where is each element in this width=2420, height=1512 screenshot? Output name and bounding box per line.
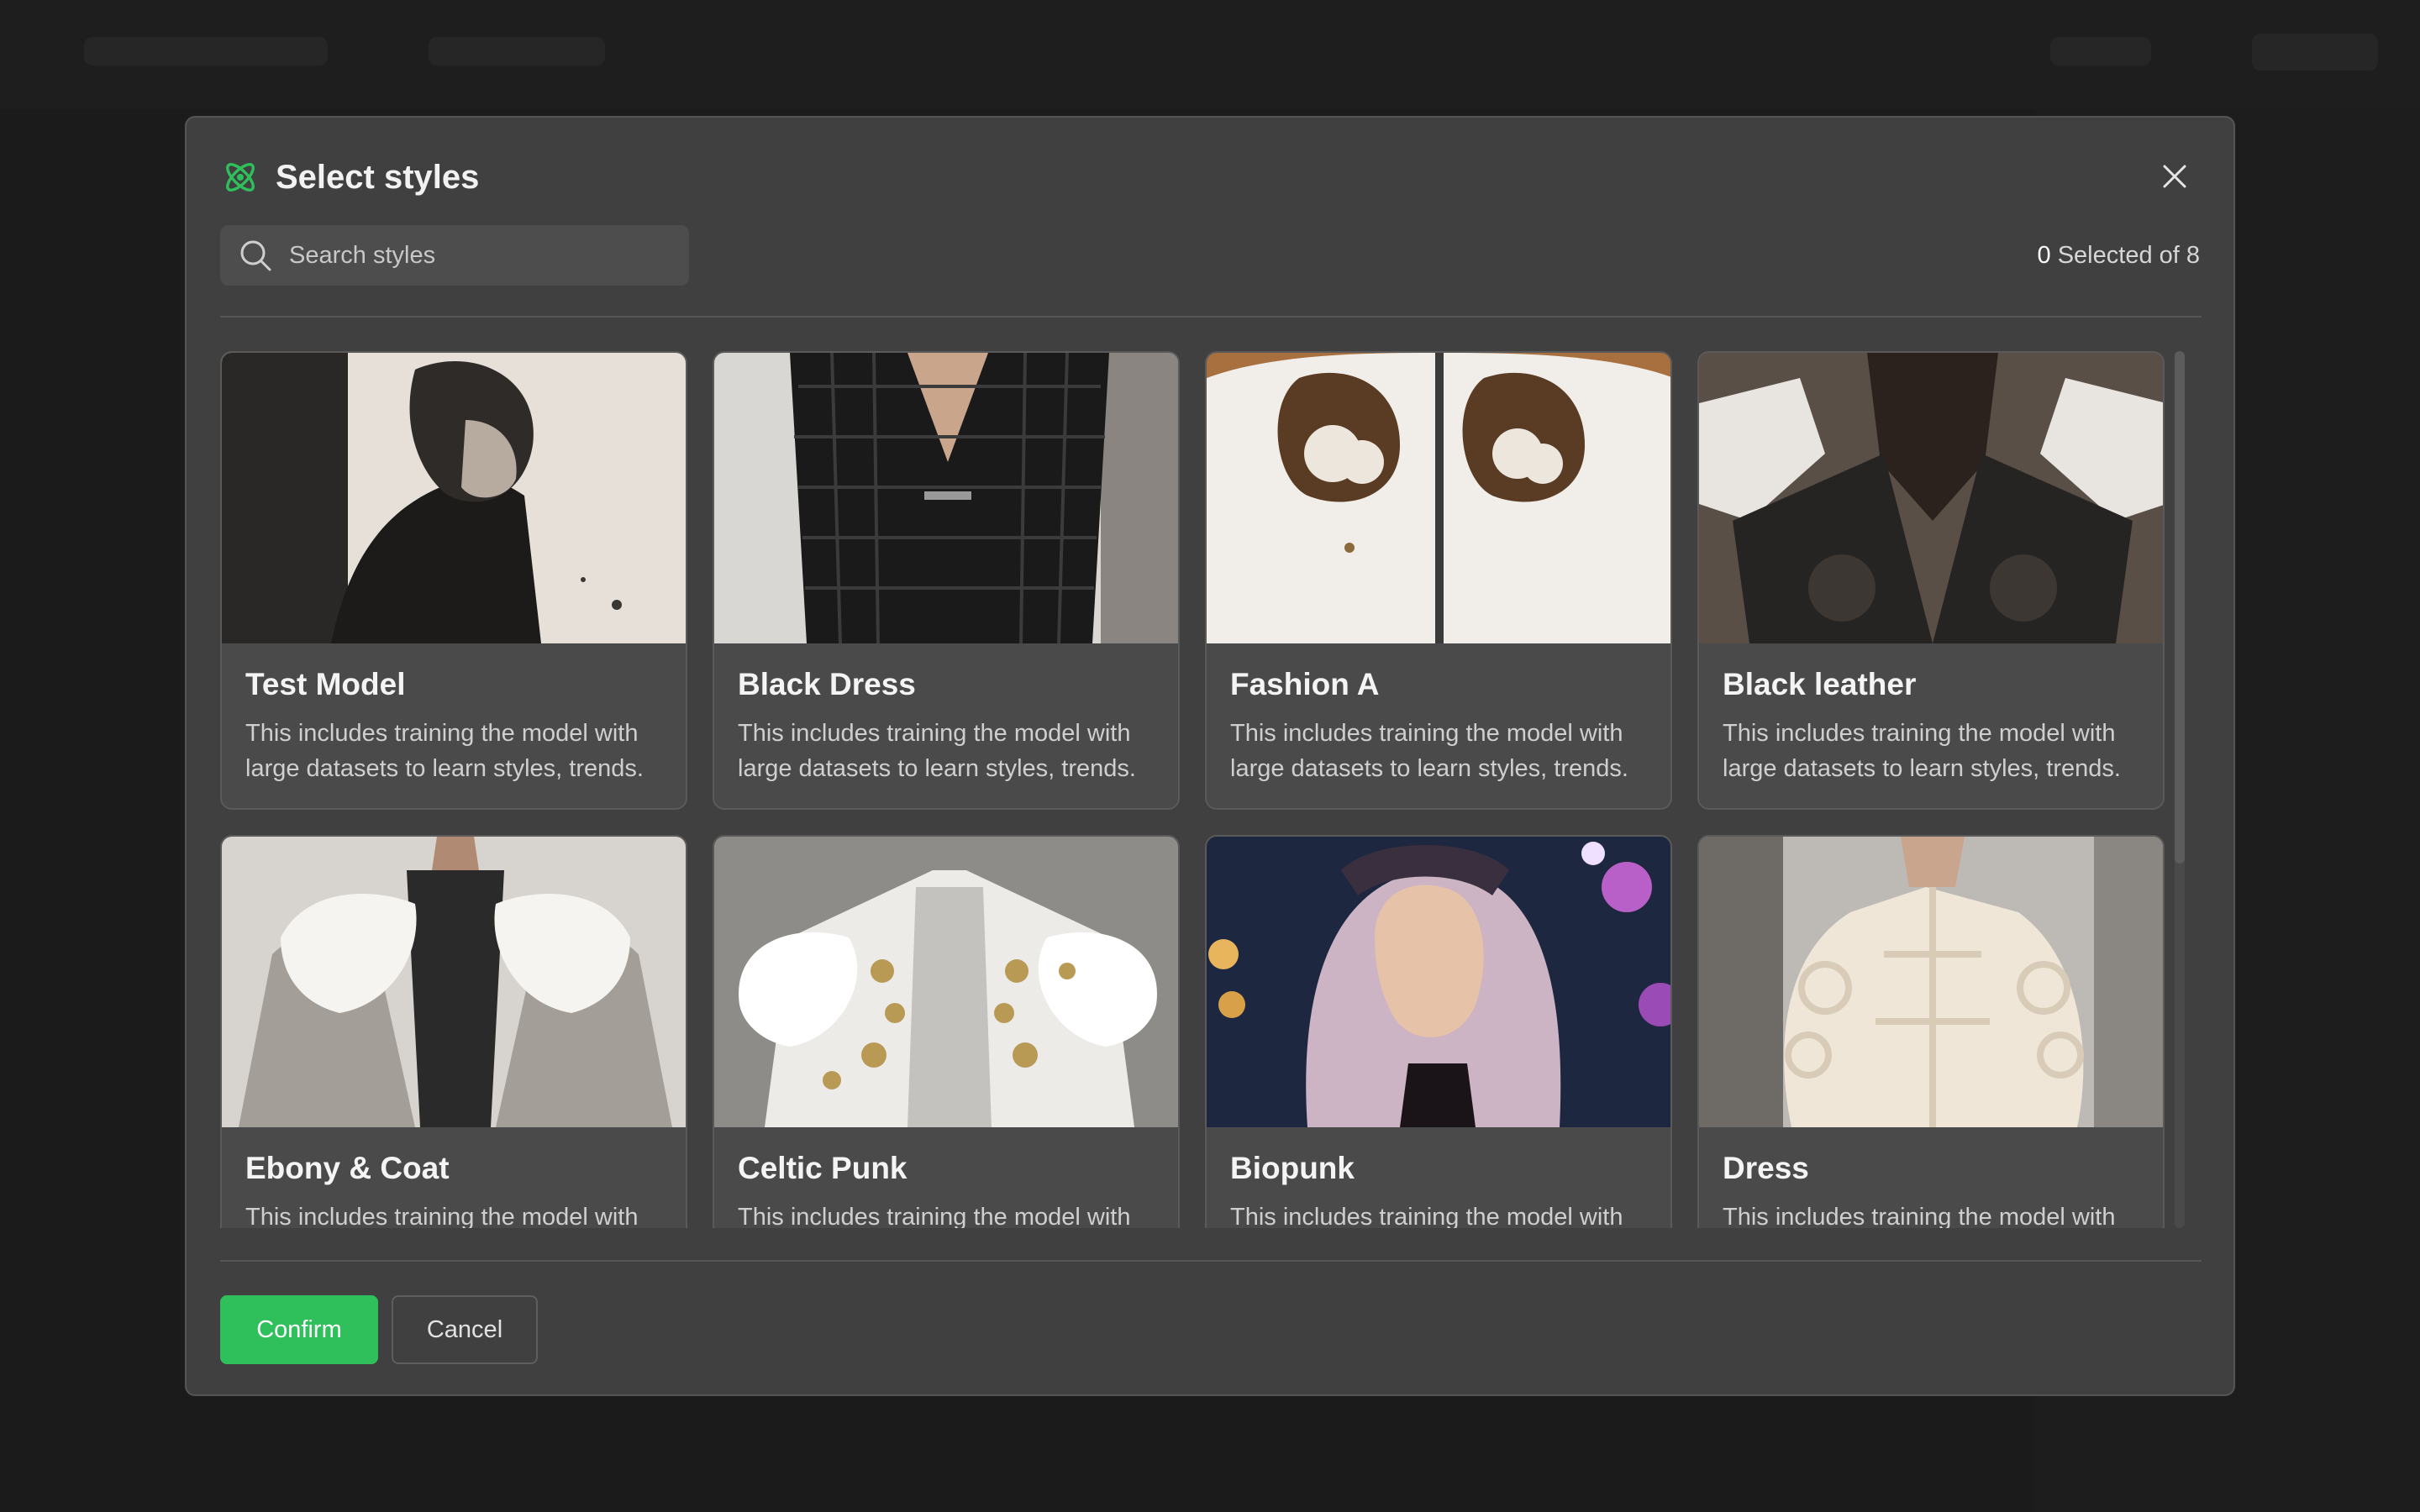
style-title: Biopunk: [1230, 1151, 1355, 1185]
style-title: Black Dress: [738, 667, 916, 701]
style-thumbnail: [714, 353, 1178, 643]
style-title: Test Model: [245, 667, 406, 701]
style-thumbnail: [1207, 837, 1670, 1127]
style-card[interactable]: Dress This includes training the model w…: [1697, 835, 2165, 1228]
cancel-button[interactable]: Cancel: [392, 1295, 538, 1364]
style-card[interactable]: Fashion A This includes training the mod…: [1205, 351, 1672, 810]
style-card[interactable]: Black leather This includes training the…: [1697, 351, 2165, 810]
close-button[interactable]: [2149, 151, 2200, 202]
style-title: Fashion A: [1230, 667, 1380, 701]
style-description: This includes training the model with la…: [1230, 720, 1628, 782]
grid-scrollbar[interactable]: [2175, 351, 2185, 1228]
style-thumbnail: [714, 837, 1178, 1127]
style-description: This includes training the model with la…: [245, 720, 644, 782]
style-description: This includes training the model with la…: [245, 1204, 639, 1228]
select-styles-modal: Select styles 0 Selected of 8: [185, 116, 2235, 1396]
style-thumbnail: [1207, 353, 1670, 643]
header-divider: [220, 316, 2202, 318]
style-description: This includes training the model with la…: [738, 720, 1136, 782]
style-title: Black leather: [1723, 667, 1917, 701]
search-input[interactable]: [289, 241, 659, 270]
style-description: This includes training the model with la…: [738, 1204, 1131, 1228]
style-thumbnail: [222, 837, 686, 1127]
search-box[interactable]: [220, 225, 689, 286]
style-title: Ebony & Coat: [245, 1151, 450, 1185]
selected-count-number: 0: [2037, 242, 2051, 269]
style-description: This includes training the model with la…: [1723, 1204, 2116, 1228]
style-card[interactable]: Celtic Punk This includes training the m…: [713, 835, 1180, 1228]
confirm-button[interactable]: Confirm: [220, 1295, 378, 1364]
style-card[interactable]: Black Dress This includes training the m…: [713, 351, 1180, 810]
style-title: Dress: [1723, 1151, 1809, 1185]
atom-icon: [226, 163, 255, 192]
backdrop-header: [0, 0, 2420, 109]
style-description: This includes training the model with la…: [1230, 1204, 1623, 1228]
grid-scrollbar-thumb[interactable]: [2175, 351, 2185, 864]
style-thumbnail: [1699, 837, 2163, 1127]
style-thumbnail: [222, 353, 686, 643]
style-title: Celtic Punk: [738, 1151, 908, 1185]
backdrop-nav: [429, 37, 605, 66]
style-card[interactable]: Biopunk This includes training the model…: [1205, 835, 1672, 1228]
style-card[interactable]: Test Model This includes training the mo…: [220, 351, 687, 810]
styles-grid-viewport: Test Model This includes training the mo…: [220, 351, 2170, 1228]
selected-count: 0 Selected of 8: [2038, 242, 2200, 270]
style-description: This includes training the model with la…: [1723, 720, 2121, 782]
backdrop-button: [2252, 34, 2378, 71]
backdrop-app-title: [84, 37, 328, 66]
close-icon: [2163, 165, 2186, 188]
styles-grid: Test Model This includes training the mo…: [220, 351, 2170, 1228]
selected-count-label: Selected of 8: [2050, 242, 2200, 269]
backdrop-action: [2050, 37, 2151, 66]
style-card[interactable]: Ebony & Coat This includes training the …: [220, 835, 687, 1228]
style-thumbnail: [1699, 353, 2163, 643]
modal-title: Select styles: [276, 158, 480, 196]
search-icon: [240, 240, 271, 271]
modal-header: Select styles: [220, 151, 479, 203]
footer-divider: [220, 1260, 2202, 1262]
